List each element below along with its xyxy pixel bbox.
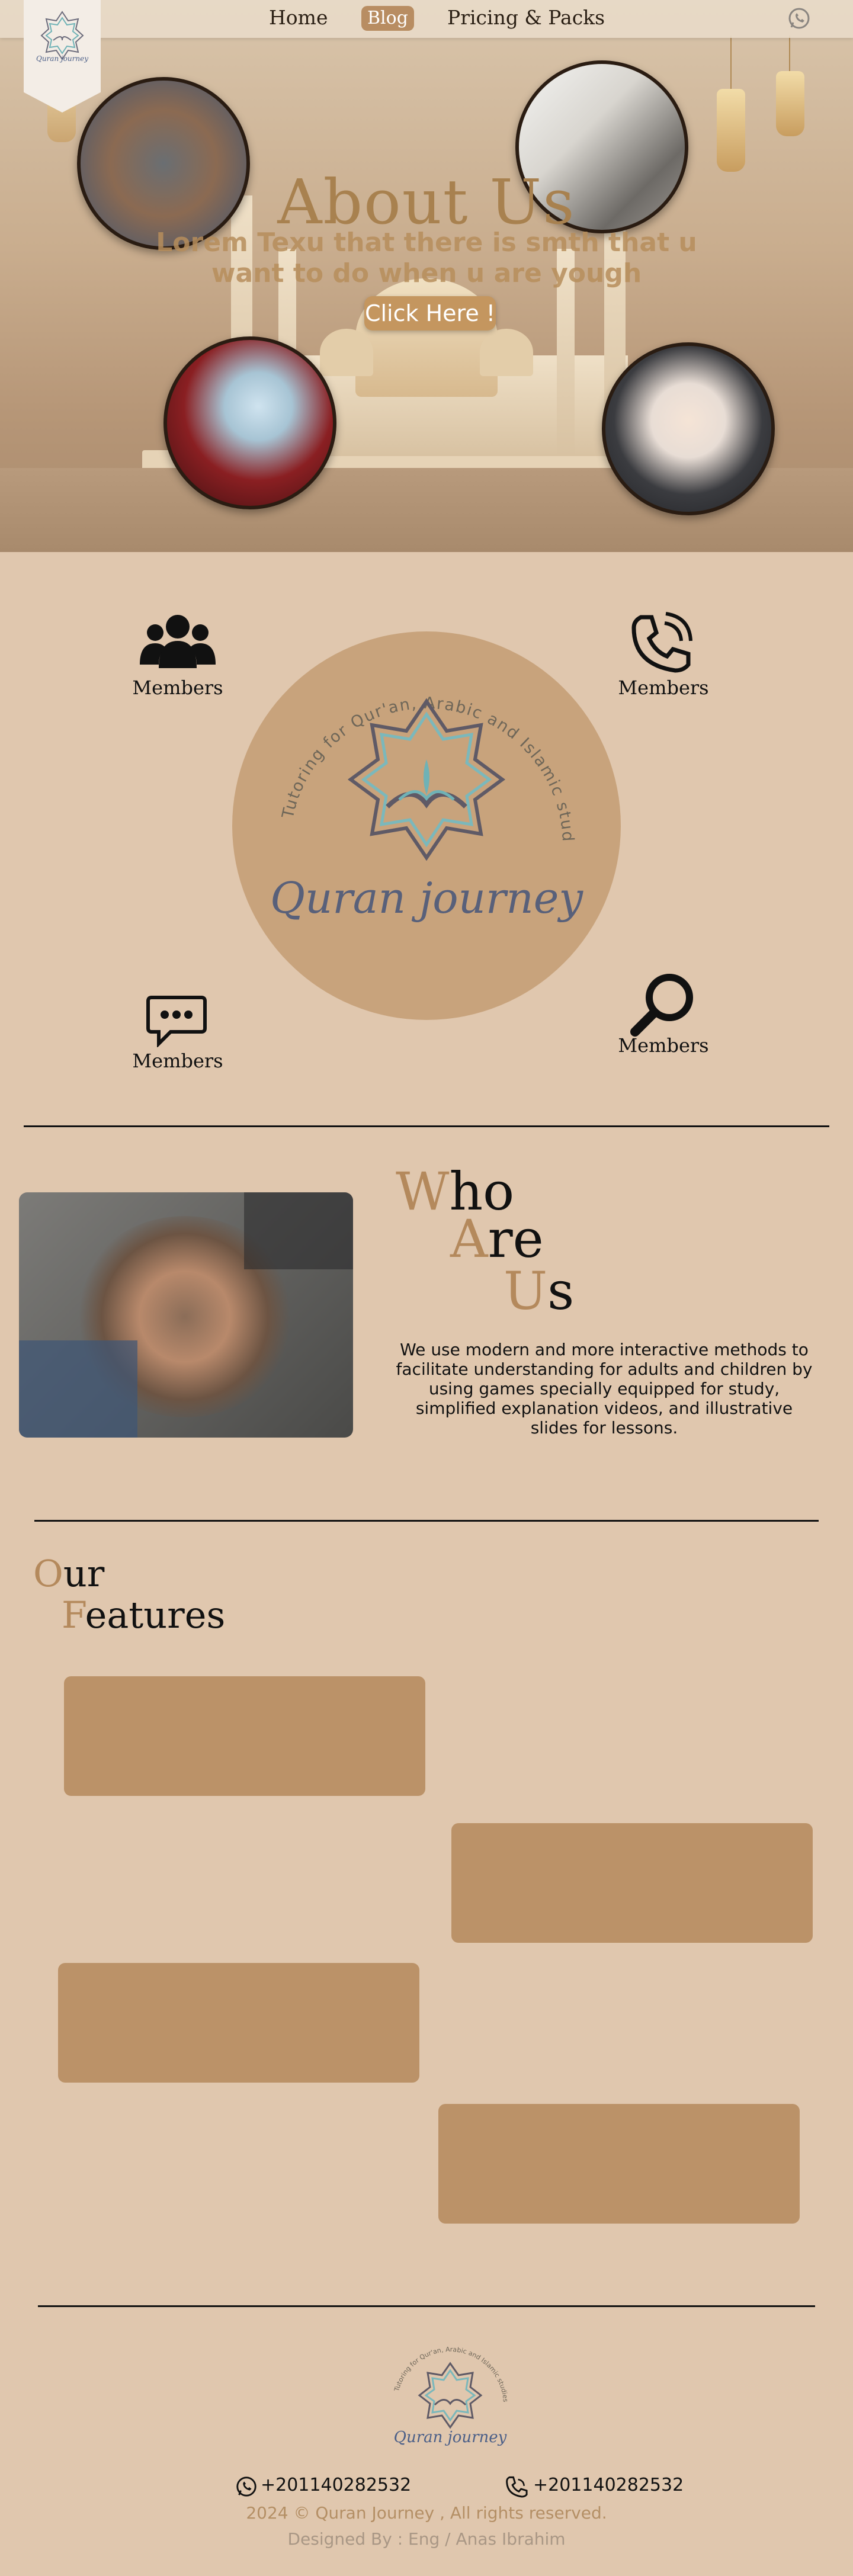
nav-pricing-link[interactable]: Pricing & Packs: [447, 6, 605, 29]
footer-phone-1[interactable]: +201140282532: [261, 2475, 411, 2495]
logo-brand-text: Quran journey: [270, 873, 583, 923]
logo-brand-text: Quran journey: [36, 54, 89, 63]
hero-subtitle: Lorem Texu that there is smth that u wan…: [156, 227, 697, 288]
whatsapp-icon[interactable]: [235, 2475, 258, 2498]
footer-phone-2[interactable]: +201140282532: [533, 2475, 684, 2495]
lantern-decoration: [717, 89, 745, 172]
members-label: Members: [132, 676, 223, 699]
whatsapp-icon[interactable]: [787, 6, 812, 31]
feature-card: [58, 1963, 419, 2083]
chat-icon: [146, 994, 207, 1048]
logo-badge[interactable]: Quran journey: [24, 0, 101, 113]
logo-circle: Tutoring for Qur'an, Arabic and Islamic …: [227, 617, 621, 1020]
svg-text:Tutoring for Qur'an, Arabic an: Tutoring for Qur'an, Arabic and Islamic …: [393, 2346, 509, 2402]
users-icon: [137, 610, 218, 669]
members-label: Members: [132, 1050, 223, 1072]
phone-icon[interactable]: [505, 2475, 528, 2498]
lamp-cord: [730, 36, 732, 89]
nav-home-link[interactable]: Home: [269, 6, 328, 29]
feature-card: [438, 2104, 800, 2224]
section-divider: [34, 1520, 819, 1522]
hero-section: About Us Lorem Texu that there is smth t…: [0, 0, 853, 552]
child-reading-photo: [163, 336, 336, 509]
feature-card: [64, 1676, 425, 1796]
members-label: Members: [618, 676, 709, 699]
lantern-decoration: [776, 71, 804, 136]
section-divider: [24, 1125, 829, 1127]
sleeve-shape: [19, 1340, 137, 1438]
section-divider: [38, 2305, 815, 2307]
who-heading-line-3: Us: [504, 1260, 575, 1321]
copyright-text: 2024 © Quran Journey , All rights reserv…: [246, 2503, 607, 2523]
mosque-dome-small: [320, 329, 373, 376]
lamp-cord: [789, 36, 790, 71]
feature-card: [451, 1823, 813, 1943]
who-we-are-photo: [19, 1192, 353, 1438]
quran-journey-logo-icon: Tutoring for Qur'an, Arabic and Islamic …: [227, 617, 576, 861]
who-description: We use modern and more interactive metho…: [396, 1340, 813, 1438]
footer-brand-text: Quran journey: [393, 2429, 507, 2446]
phone-icon: [628, 610, 693, 675]
click-here-button[interactable]: Click Here !: [364, 296, 496, 331]
sleeve-shape: [244, 1192, 353, 1269]
features-heading-line-1: Our: [33, 1552, 105, 1595]
search-icon: [630, 971, 695, 1037]
nav-blog-link[interactable]: Blog: [361, 6, 414, 31]
footer-logo[interactable]: Tutoring for Qur'an, Arabic and Islamic …: [385, 2346, 515, 2452]
child-portrait-photo: [602, 342, 775, 515]
members-label: Members: [618, 1034, 709, 1057]
top-navbar: Home Blog Pricing & Packs: [0, 0, 853, 38]
features-heading-line-2: Features: [62, 1593, 226, 1637]
mosque-dome-small: [480, 329, 533, 376]
designer-credit: Designed By : Eng / Anas Ibrahim: [287, 2529, 566, 2549]
